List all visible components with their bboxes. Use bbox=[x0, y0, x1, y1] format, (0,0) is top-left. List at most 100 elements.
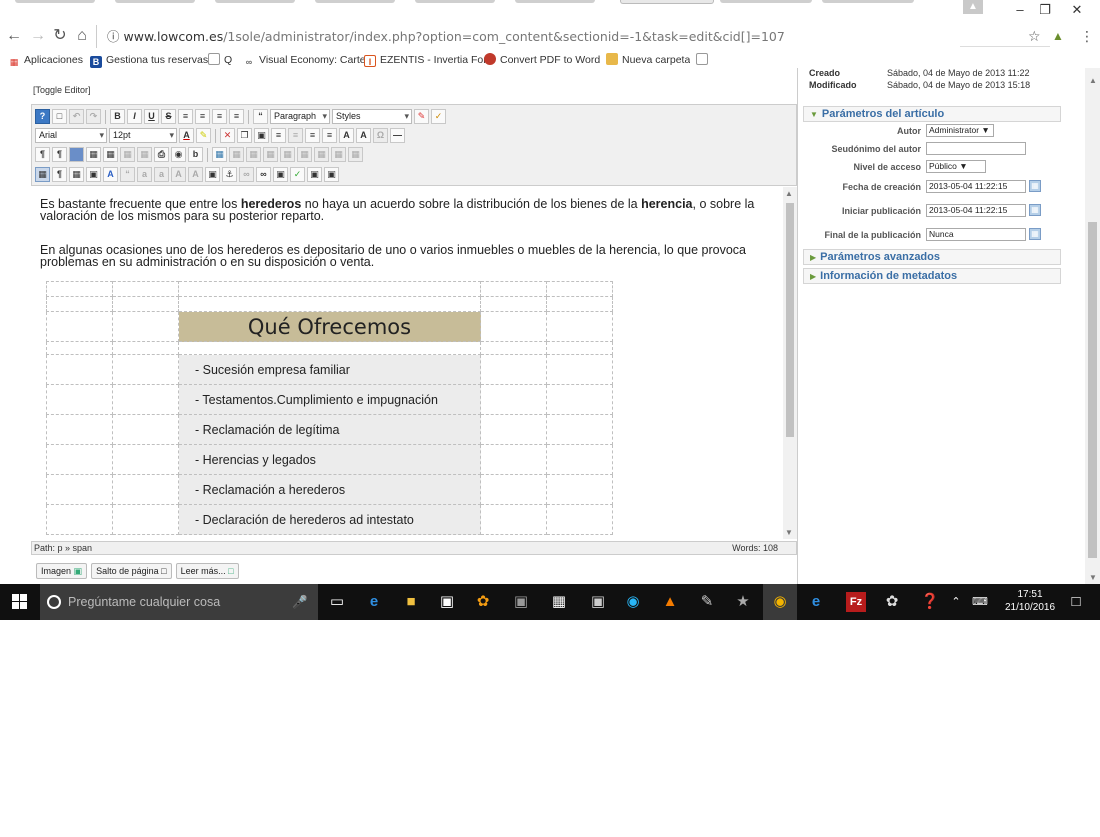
browser-tab-active[interactable] bbox=[620, 0, 714, 4]
preview-icon[interactable]: ▦ bbox=[137, 147, 152, 162]
print-icon[interactable]: ⎙ bbox=[154, 147, 169, 162]
page-break-button[interactable]: Salto de página □ bbox=[91, 563, 172, 579]
styleprops-icon[interactable]: A bbox=[103, 167, 118, 182]
toggle-editor-link[interactable]: [Toggle Editor] bbox=[33, 85, 91, 95]
new-document-icon[interactable]: □ bbox=[52, 109, 67, 124]
justify-icon[interactable]: ≡ bbox=[229, 109, 244, 124]
image-button[interactable]: Imagen ▣ bbox=[36, 563, 88, 579]
font-size-select[interactable]: 12pt bbox=[109, 128, 177, 143]
vlc-icon[interactable]: ▲ bbox=[660, 592, 680, 612]
reload-icon[interactable]: ↻ bbox=[50, 26, 70, 46]
ie-icon[interactable]: e bbox=[806, 592, 826, 612]
fullscreen-icon[interactable]: ▣ bbox=[86, 167, 101, 182]
info-icon[interactable]: ⓘ bbox=[107, 29, 120, 44]
read-more-button[interactable]: Leer más... □ bbox=[175, 563, 239, 579]
split-cells-icon[interactable]: ▦ bbox=[348, 147, 363, 162]
calendar-icon[interactable]: ▦ bbox=[1029, 228, 1041, 240]
metadata-header[interactable]: ▶ Información de metadatos bbox=[803, 268, 1061, 284]
author-alias-input[interactable] bbox=[926, 142, 1026, 155]
browser-tab[interactable] bbox=[822, 0, 914, 3]
clock[interactable]: 17:51 21/10/2016 bbox=[1000, 588, 1060, 614]
pagebreak-icon[interactable]: ▣ bbox=[307, 167, 322, 182]
subscript-icon[interactable]: A bbox=[339, 128, 354, 143]
del-icon[interactable]: A bbox=[171, 167, 186, 182]
scroll-up-icon[interactable]: ▲ bbox=[1089, 76, 1097, 85]
media-app-icon[interactable]: ▣ bbox=[588, 592, 608, 612]
browser-tab[interactable] bbox=[415, 0, 495, 3]
link-icon[interactable]: ∞ bbox=[239, 167, 254, 182]
browser-tab[interactable] bbox=[315, 0, 395, 3]
cell-props-icon[interactable]: ▦ bbox=[246, 147, 261, 162]
insert-date-icon[interactable]: ▦ bbox=[103, 147, 118, 162]
redo-icon[interactable]: ↷ bbox=[86, 109, 101, 124]
scroll-down-icon[interactable]: ▼ bbox=[785, 528, 793, 537]
profile-icon[interactable]: ▲ bbox=[963, 0, 983, 14]
align-right-icon[interactable]: ≡ bbox=[212, 109, 227, 124]
calendar-icon[interactable]: ▦ bbox=[1029, 180, 1041, 192]
unlink-icon[interactable]: ∞ bbox=[256, 167, 271, 182]
abbr-icon[interactable]: a bbox=[137, 167, 152, 182]
strikethrough-button[interactable]: S bbox=[161, 109, 176, 124]
task-view-icon[interactable]: ▭ bbox=[327, 592, 347, 612]
calculator-icon[interactable]: ▦ bbox=[549, 592, 569, 612]
extension-icon[interactable]: ▲ bbox=[1052, 28, 1064, 44]
app3-icon[interactable]: ✿ bbox=[882, 592, 902, 612]
ins-icon[interactable]: A bbox=[188, 167, 203, 182]
bookmark-ezentis[interactable]: I EZENTIS - Invertia For bbox=[364, 52, 487, 68]
browser-tab[interactable] bbox=[115, 0, 195, 3]
bookmark-visual-economy[interactable]: ∞ Visual Economy: Carte bbox=[243, 52, 366, 68]
indent-icon[interactable]: ≡ bbox=[288, 128, 303, 143]
styles-select[interactable]: Styles bbox=[332, 109, 412, 124]
advanced-params-header[interactable]: ▶ Parámetros avanzados bbox=[803, 249, 1061, 265]
star-icon[interactable]: ☆ bbox=[1028, 28, 1041, 44]
editor-scrollbar[interactable]: ▲ ▼ bbox=[783, 187, 797, 539]
bookmark-blank[interactable] bbox=[696, 52, 712, 68]
cut-icon[interactable]: ✕ bbox=[220, 128, 235, 143]
highlight-icon[interactable]: ✎ bbox=[196, 128, 211, 143]
help-icon[interactable]: ? bbox=[35, 109, 50, 124]
author-select[interactable]: Administrator ▼ bbox=[926, 124, 994, 137]
bookmark-q[interactable]: Q bbox=[208, 52, 232, 68]
cleanup-icon[interactable]: ✓ bbox=[431, 109, 446, 124]
horizontal-rule-icon[interactable]: — bbox=[390, 128, 405, 143]
unordered-list-icon[interactable]: ≡ bbox=[322, 128, 337, 143]
spellcheck-icon[interactable]: ✓ bbox=[290, 167, 305, 182]
access-level-select[interactable]: Público ▼ bbox=[926, 160, 986, 173]
media-icon[interactable] bbox=[69, 147, 84, 162]
bookmark-apps[interactable]: ▦ Aplicaciones bbox=[8, 52, 83, 68]
paint-icon[interactable]: ✎ bbox=[697, 592, 717, 612]
taskbar-search[interactable]: Pregúntame cualquier cosa 🎤 bbox=[40, 584, 318, 620]
restore-icon[interactable]: ❐ bbox=[1030, 0, 1060, 20]
microphone-icon[interactable]: 🎤 bbox=[292, 584, 308, 620]
blockquote-icon[interactable]: “ bbox=[253, 109, 268, 124]
tray-arrow-icon[interactable]: ⌃ bbox=[946, 592, 966, 612]
insert-time-icon[interactable]: ▦ bbox=[120, 147, 135, 162]
keyboard-icon[interactable]: ⌨ bbox=[970, 592, 990, 612]
forward-icon[interactable]: → bbox=[28, 26, 48, 46]
search-replace-icon[interactable]: ◉ bbox=[171, 147, 186, 162]
app2-icon[interactable]: ★ bbox=[733, 592, 753, 612]
file-explorer-icon[interactable]: ■ bbox=[401, 592, 421, 612]
ordered-list-icon[interactable]: ≡ bbox=[305, 128, 320, 143]
insert-row-icon[interactable]: ▦ bbox=[263, 147, 278, 162]
page-scroll-thumb[interactable] bbox=[1088, 222, 1097, 558]
chrome-icon[interactable]: ◉ bbox=[763, 584, 797, 620]
browser-tab[interactable] bbox=[515, 0, 595, 3]
address-bar[interactable]: ⓘ www.lowcom.es/1sole/administrator/inde… bbox=[96, 25, 960, 48]
help-tray-icon[interactable]: ❓ bbox=[920, 592, 940, 612]
edge-icon[interactable]: e bbox=[364, 592, 384, 612]
browser-tab[interactable] bbox=[15, 0, 95, 3]
cite-icon[interactable]: “ bbox=[120, 167, 135, 182]
merge-cells-icon[interactable]: ▦ bbox=[331, 147, 346, 162]
undo-icon[interactable]: ↶ bbox=[69, 109, 84, 124]
bookmark-convert-pdf[interactable]: Convert PDF to Word bbox=[484, 52, 600, 68]
insert-col-icon[interactable]: ▦ bbox=[297, 147, 312, 162]
publish-down-input[interactable]: Nunca bbox=[926, 228, 1026, 241]
ltr-icon[interactable]: ¶ bbox=[35, 147, 50, 162]
image-icon[interactable]: ▣ bbox=[273, 167, 288, 182]
filezilla-icon[interactable]: Fz bbox=[846, 592, 866, 612]
special-char-icon[interactable]: Ω bbox=[373, 128, 388, 143]
attribs-icon[interactable]: ▣ bbox=[205, 167, 220, 182]
back-icon[interactable]: ← bbox=[4, 26, 24, 46]
code-icon[interactable]: ▦ bbox=[69, 167, 84, 182]
